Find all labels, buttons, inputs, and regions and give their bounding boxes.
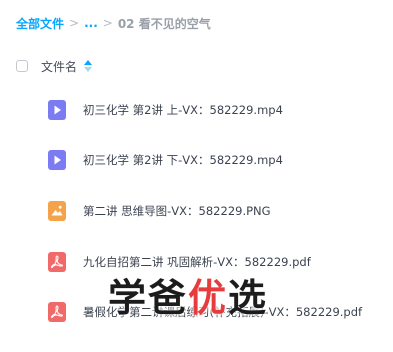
- file-row-4[interactable]: 九化自招第二讲 巩固解析-VX：582229.pdf: [0, 238, 393, 286]
- video-file-icon: [48, 100, 66, 120]
- breadcrumb-root-link[interactable]: 全部文件: [16, 15, 64, 32]
- file-row-5[interactable]: 暑假化学第二讲课后练习(补充拓展)-VX：582229.pdf: [0, 288, 393, 336]
- breadcrumb-current-folder: 02 看不见的空气: [117, 16, 211, 31]
- file-row-3[interactable]: 第二讲 思维导图-VX：582229.PNG: [0, 187, 393, 235]
- chevron-right-icon: >: [102, 16, 113, 30]
- breadcrumb: 全部文件 > ... > 02 看不见的空气: [16, 12, 211, 34]
- pdf-file-icon: [48, 302, 66, 322]
- file-name[interactable]: 九化自招第二讲 巩固解析-VX：582229.pdf: [83, 254, 311, 270]
- column-header-filename[interactable]: 文件名: [41, 58, 77, 75]
- file-name[interactable]: 初三化学 第2讲 上-VX：582229.mp4: [83, 102, 283, 118]
- file-name[interactable]: 暑假化学第二讲课后练习(补充拓展)-VX：582229.pdf: [83, 304, 362, 320]
- chevron-right-icon: >: [69, 16, 80, 30]
- image-file-icon: [48, 201, 66, 221]
- file-row-1[interactable]: 初三化学 第2讲 上-VX：582229.mp4: [0, 86, 393, 134]
- file-row-2[interactable]: 初三化学 第2讲 下-VX：582229.mp4: [0, 136, 393, 184]
- sort-asc-icon[interactable]: [84, 60, 93, 72]
- breadcrumb-ellipsis-link[interactable]: ...: [84, 16, 98, 30]
- video-file-icon: [48, 150, 66, 170]
- file-name[interactable]: 初三化学 第2讲 下-VX：582229.mp4: [83, 152, 283, 168]
- select-all-checkbox[interactable]: [16, 60, 28, 72]
- pdf-file-icon: [48, 252, 66, 272]
- file-name[interactable]: 第二讲 思维导图-VX：582229.PNG: [83, 203, 271, 219]
- file-list-header: 文件名: [16, 56, 93, 76]
